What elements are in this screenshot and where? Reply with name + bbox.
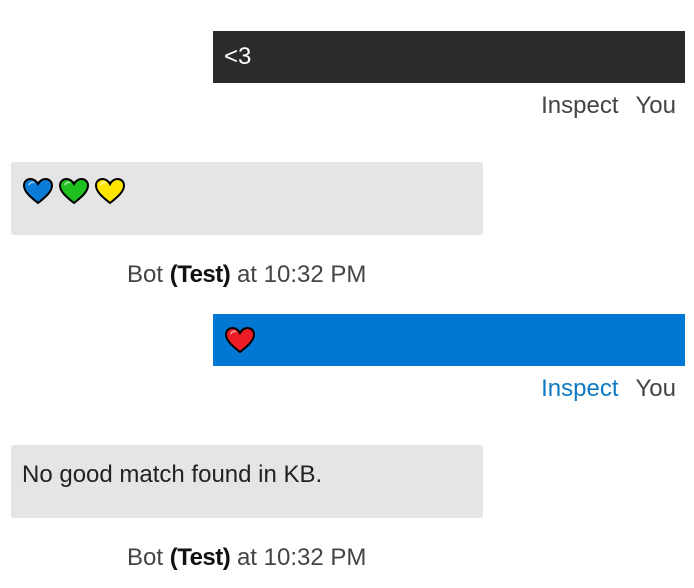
inspect-link[interactable]: Inspect — [541, 92, 618, 120]
bot-message-text: No good match found in KB. — [22, 461, 323, 488]
user-message-bubble-selected[interactable] — [213, 314, 685, 366]
bot-name: Bot — [127, 544, 164, 571]
green-heart-icon — [58, 177, 90, 205]
inspect-link-active[interactable]: Inspect — [541, 375, 618, 403]
timestamp-prefix: at — [236, 261, 257, 288]
user-message-text: <3 — [224, 43, 252, 70]
timestamp: 10:32 PM — [263, 261, 367, 288]
bot-message-bubble[interactable]: No good match found in KB. — [11, 445, 483, 518]
bot-environment: (Test) — [169, 544, 231, 571]
yellow-heart-icon — [94, 177, 126, 205]
bot-name: Bot — [127, 261, 164, 288]
bot-message-meta: Bot (Test) at 10:32 PM — [127, 261, 366, 289]
user-message-bubble[interactable]: <3 — [213, 31, 685, 83]
bot-message-meta: Bot (Test) at 10:32 PM — [127, 544, 366, 572]
red-heart-icon — [224, 326, 256, 354]
timestamp: 10:32 PM — [263, 544, 367, 571]
bot-message-bubble[interactable] — [11, 162, 483, 235]
timestamp-prefix: at — [236, 544, 257, 571]
emoji-row — [22, 162, 483, 205]
user-message-meta: Inspect You — [541, 375, 676, 403]
bot-environment: (Test) — [169, 261, 231, 288]
sender-label: You — [635, 92, 677, 119]
blue-heart-icon — [22, 177, 54, 205]
sender-label: You — [635, 375, 677, 402]
user-message-meta: Inspect You — [541, 92, 676, 120]
